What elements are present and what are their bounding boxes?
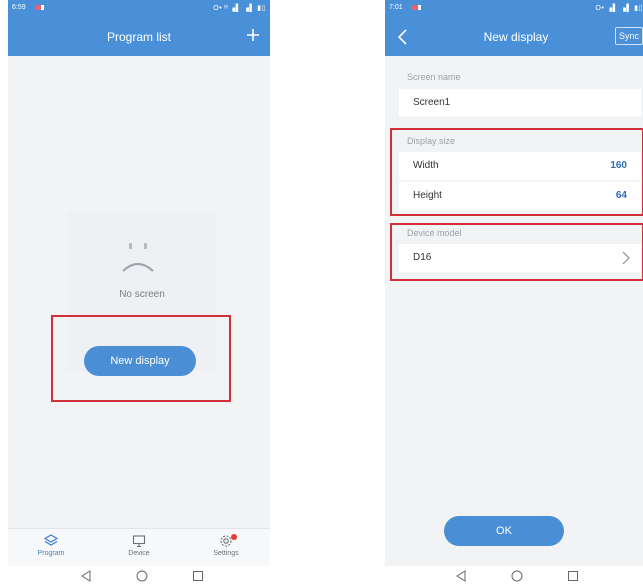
empty-message: No screen bbox=[119, 289, 165, 300]
sim-icon bbox=[418, 5, 421, 10]
screen-name-label: Screen name bbox=[407, 72, 461, 82]
status-time: 6:59 bbox=[12, 4, 26, 11]
status-time: 7:01 bbox=[389, 4, 403, 11]
page-title: Program list bbox=[106, 30, 171, 44]
screen-name-value: Screen1 bbox=[413, 97, 451, 108]
new-display-screen: 7:01 O• ▗▌ ▗▌ ▮▯ New display Sync Screen… bbox=[385, 0, 643, 588]
layers-icon bbox=[44, 534, 58, 546]
tab-program[interactable]: Program bbox=[21, 534, 81, 557]
bottom-tab-bar: Program Device Settings bbox=[8, 528, 270, 566]
highlight-box bbox=[51, 315, 231, 402]
highlight-box bbox=[390, 128, 643, 216]
tab-label: Device bbox=[128, 550, 150, 557]
program-list-screen: 6:59 O• ᴴ ▗▌ ▗▌ ▮▯ Program list No scree… bbox=[8, 0, 270, 588]
status-indicators: O• ᴴ ▗▌ ▗▌ ▮▯ bbox=[213, 5, 266, 12]
add-program-button[interactable] bbox=[242, 24, 264, 46]
sim-icon bbox=[41, 5, 44, 10]
program-list-content: No screen New display bbox=[8, 56, 270, 528]
tab-device[interactable]: Device bbox=[109, 534, 169, 557]
tab-settings[interactable]: Settings bbox=[196, 534, 256, 557]
monitor-icon bbox=[132, 535, 146, 548]
ok-button[interactable]: OK bbox=[444, 516, 564, 546]
app-bar: New display Sync bbox=[385, 18, 643, 56]
notification-badge bbox=[231, 534, 237, 540]
recents-square-icon[interactable] bbox=[567, 570, 579, 582]
status-bar: 6:59 O• ᴴ ▗▌ ▗▌ ▮▯ bbox=[8, 0, 270, 18]
page-title: New display bbox=[483, 30, 549, 44]
tab-label: Program bbox=[37, 550, 65, 557]
plus-icon bbox=[247, 29, 259, 41]
system-nav-bar bbox=[8, 566, 270, 588]
status-bar: 7:01 O• ▗▌ ▗▌ ▮▯ bbox=[385, 0, 643, 18]
home-circle-icon[interactable] bbox=[511, 570, 523, 582]
home-circle-icon[interactable] bbox=[136, 570, 148, 582]
system-nav-bar bbox=[385, 566, 643, 588]
recents-square-icon[interactable] bbox=[192, 570, 204, 582]
back-triangle-icon[interactable] bbox=[80, 570, 92, 582]
tab-label: Settings bbox=[213, 550, 239, 557]
highlight-box bbox=[390, 223, 643, 281]
back-triangle-icon[interactable] bbox=[455, 570, 467, 582]
sync-button[interactable]: Sync bbox=[615, 27, 643, 45]
screen-name-field[interactable]: Screen1 bbox=[399, 89, 641, 117]
app-bar: Program list bbox=[8, 18, 270, 56]
status-indicators: O• ▗▌ ▗▌ ▮▯ bbox=[595, 5, 643, 12]
sad-face-icon bbox=[122, 243, 154, 272]
